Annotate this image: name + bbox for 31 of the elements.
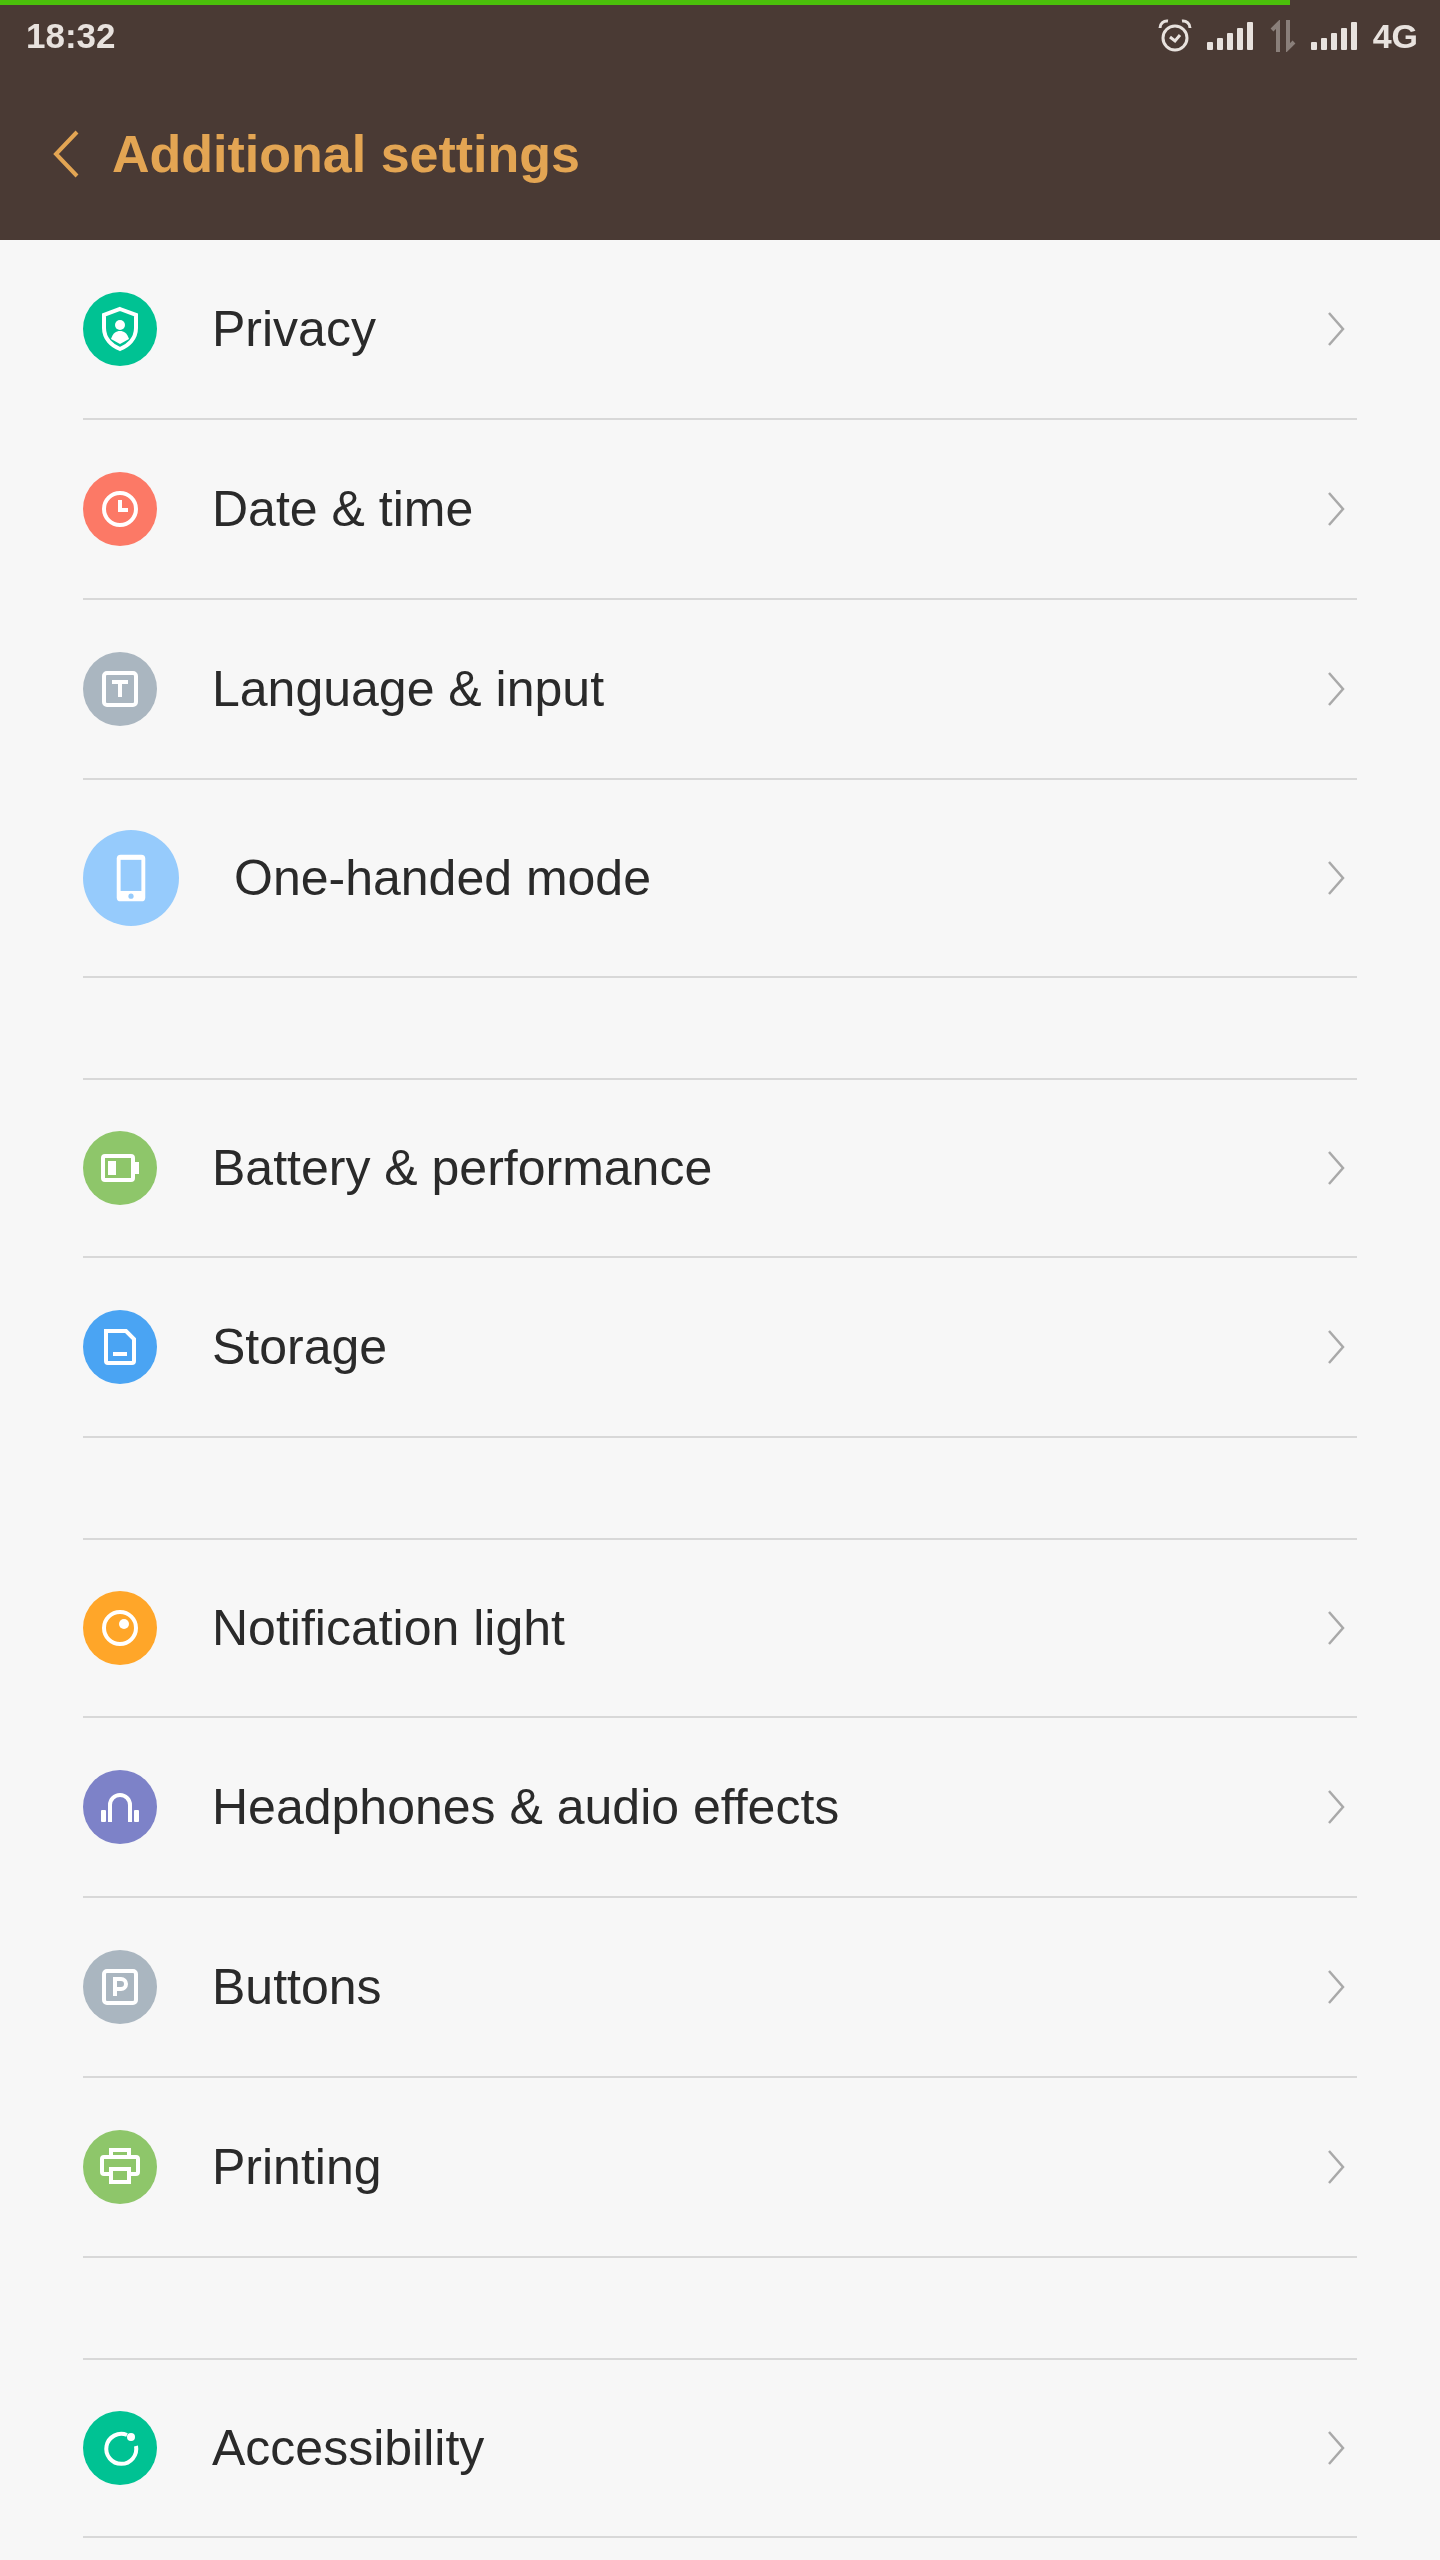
chevron-right-icon <box>1327 1610 1345 1646</box>
chevron-right-icon <box>1327 860 1345 896</box>
settings-item[interactable]: Notification light <box>83 1538 1357 1718</box>
settings-item[interactable]: Printing <box>83 2078 1357 2258</box>
settings-item[interactable]: Privacy <box>83 240 1357 420</box>
signal-icon <box>1206 22 1255 50</box>
settings-item[interactable]: Headphones & audio effects <box>83 1718 1357 1898</box>
chevron-right-icon <box>1327 1329 1345 1365</box>
signal-icon <box>1310 22 1359 50</box>
chevron-right-icon <box>1327 1789 1345 1825</box>
alarm-clock-icon <box>1156 19 1193 53</box>
settings-item[interactable]: One-handed mode <box>83 780 1357 978</box>
settings-item[interactable]: Language & input <box>83 600 1357 780</box>
settings-item[interactable]: Storage <box>83 1258 1357 1438</box>
chevron-right-icon <box>1327 2149 1345 2185</box>
chevron-right-icon <box>1327 311 1345 347</box>
data-arrows-icon <box>1268 20 1297 52</box>
chevron-right-icon <box>1327 1150 1345 1186</box>
chevron-right-icon <box>1327 2430 1345 2466</box>
page-title: Additional settings <box>112 123 580 184</box>
back-icon <box>52 128 80 179</box>
settings-item[interactable]: Date & time <box>83 420 1357 600</box>
settings-item[interactable]: Battery & performance <box>83 1078 1357 1258</box>
chevron-right-icon <box>1327 1969 1345 2005</box>
chevron-right-icon <box>1327 671 1345 707</box>
status-time: 18:32 <box>26 16 116 56</box>
back-button[interactable] <box>52 128 80 179</box>
settings-item[interactable]: Buttons <box>83 1898 1357 2078</box>
settings-item[interactable]: Accessibility <box>83 2358 1357 2538</box>
chevron-right-icon <box>1327 491 1345 527</box>
network-type: 4G <box>1372 16 1418 56</box>
